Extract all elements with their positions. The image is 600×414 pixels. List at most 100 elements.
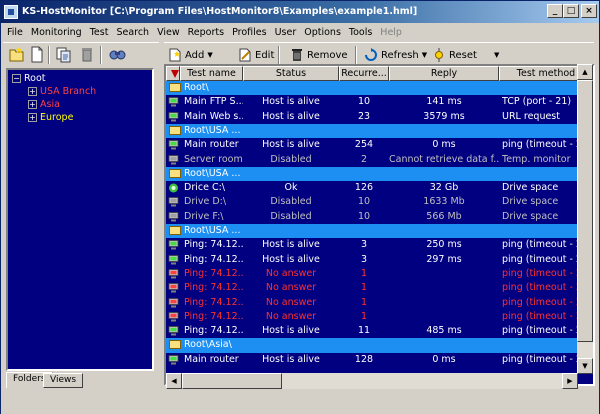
copy-icon[interactable] [56,46,72,63]
menu-test[interactable]: Test [86,27,113,38]
menu-search[interactable]: Search [112,27,153,38]
test-row[interactable]: Main router Host is alive 128 0 ms ping (tim… [166,353,593,367]
cell-name: Drice C:\ [184,182,225,194]
new-page-icon[interactable] [29,46,45,63]
cell-name: Main FTP S... [184,96,243,108]
cell-rec: 1 [360,310,368,322]
title-bar[interactable]: KS-HostMonitor [C:\Program Files\HostMon… [1,1,599,23]
add-dropdown-arrow[interactable]: ▼ [207,51,212,59]
test-row[interactable]: Main Web s... Host is alive 23 3579 ms URL r… [166,110,593,124]
tree-item-root[interactable]: − Root [12,72,46,85]
vertical-scrollbar[interactable]: ▲ ▼ [577,64,593,374]
column-test-name[interactable]: Test name [180,66,243,81]
menu-profiles[interactable]: Profiles [228,27,271,38]
scroll-up-icon[interactable]: ▲ [577,64,593,80]
test-row[interactable]: Ping: 74.12... Host is alive 11 485 ms ping … [166,324,593,338]
tree-item-label: USA Branch [40,86,97,97]
test-row[interactable]: Main router Host is alive 254 0 ms ping (tim… [166,138,593,152]
test-row[interactable]: Server room... Disabled 2 Cannot retrieve d… [166,153,593,167]
folder-group-row[interactable]: Root\ [166,81,593,96]
cell-name: Main router [184,353,239,365]
refresh-dropdown-arrow[interactable]: ▼ [422,51,427,59]
refresh-button[interactable]: Refresh ▼ [364,46,427,64]
reset-label: Reset [449,49,477,61]
menu-tools[interactable]: Tools [345,27,376,38]
monitor-icon [168,197,179,207]
folder-group-row[interactable]: Root\USA ... [166,166,593,182]
folder-tree[interactable]: − Root + USA Branch + Asia + Europe [6,68,154,371]
horizontal-scroll-thumb[interactable] [182,373,282,389]
cell-status: Ok [284,182,298,194]
cell-reply [389,310,499,324]
find-icon[interactable] [109,46,126,63]
tab-views[interactable]: Views [43,373,84,388]
menu-file[interactable]: File [3,27,27,38]
tree-item-usa-branch[interactable]: + USA Branch [28,85,96,98]
test-row[interactable]: Ping: 74.12... No answer 1 ping (timeout - … [166,281,593,295]
expand-icon[interactable]: + [28,113,37,122]
minimize-button[interactable]: _ [547,4,563,18]
test-row[interactable]: Ping: 74.12... Host is alive 3 250 ms ping (… [166,238,593,252]
monitor-icon [168,311,179,322]
trash-icon[interactable] [79,46,95,63]
menu-help[interactable]: Help [376,27,406,38]
menu-user[interactable]: User [271,27,301,38]
column-recurrences[interactable]: Recurre... [339,66,389,81]
folder-group-row[interactable]: Root\USA ... [166,224,593,239]
monitor-icon [168,268,179,279]
folder-group-row[interactable]: Root\Asia\ [166,338,593,353]
column-reply[interactable]: Reply [389,66,499,81]
folder-path: Root\USA ... [184,225,241,236]
menu-reports[interactable]: Reports [184,27,228,38]
cell-rec: 3 [360,239,368,251]
horizontal-scrollbar[interactable]: ◀ ▶ [166,373,578,389]
expand-icon[interactable]: + [28,87,37,96]
new-folder-icon[interactable] [9,46,25,63]
folder-icon [169,83,181,92]
test-list[interactable]: Test name Status Recurre... Reply Test m… [164,64,595,386]
test-row[interactable]: Drive D:\ Disabled 10 1633 Mb Drive space [166,195,593,209]
cell-rec: 254 [354,139,374,151]
close-button[interactable]: × [581,4,597,18]
menu-monitoring[interactable]: Monitoring [27,27,86,38]
scroll-right-icon[interactable]: ▶ [562,373,578,389]
reset-button[interactable]: Reset ▼ [432,46,499,64]
test-row[interactable]: Ping: 74.12... No answer 1 ping (timeout - … [166,267,593,281]
monitor-icon [168,326,179,336]
scroll-left-icon[interactable]: ◀ [166,373,182,389]
cell-status: Host is alive [262,139,320,151]
menu-view[interactable]: View [153,27,184,38]
vertical-scroll-thumb[interactable] [577,80,593,342]
cell-name: Ping: 74.12... [184,282,243,294]
test-row[interactable]: Ping: 74.12... No answer 1 ping (timeout - … [166,296,593,310]
test-row[interactable]: Ping: 74.12... No answer 1 ping (timeout - … [166,310,593,324]
add-button[interactable]: Add ▼ [168,46,213,64]
test-row[interactable]: Drice C:\ Ok 126 32 Gb Drive space [166,181,593,195]
column-status[interactable]: Status [243,66,339,81]
test-row[interactable]: Main FTP S... Host is alive 10 141 ms TCP (p… [166,95,593,109]
remove-button[interactable]: Remove [290,46,348,64]
test-row[interactable]: Ping: 74.12... Host is alive 3 297 ms ping (… [166,253,593,267]
maximize-button[interactable]: □ [563,4,579,18]
sort-column-header[interactable] [166,66,180,81]
add-test-icon [168,48,182,62]
remove-label: Remove [307,49,348,61]
cell-rec: 128 [354,353,374,365]
reset-dropdown-arrow[interactable]: ▼ [494,51,499,59]
add-label: Add [185,49,205,61]
tree-item-europe[interactable]: + Europe [28,111,73,124]
cell-rec: 10 [357,96,371,108]
expand-icon[interactable]: + [28,100,37,109]
edit-button[interactable]: Edit [238,46,274,64]
cell-status: Host is alive [262,325,320,337]
collapse-icon[interactable]: − [12,74,21,83]
scroll-down-icon[interactable]: ▼ [577,358,593,374]
monitor-icon [168,140,179,150]
folder-group-row[interactable]: Root\USA ... [166,123,593,139]
monitor-icon [168,354,179,365]
menu-options[interactable]: Options [300,27,345,38]
test-row[interactable]: Drive F:\ Disabled 10 566 Mb Drive space [166,210,593,224]
cell-rec: 1 [360,267,368,279]
cell-rec: 23 [357,110,371,122]
tree-item-asia[interactable]: + Asia [28,98,60,111]
